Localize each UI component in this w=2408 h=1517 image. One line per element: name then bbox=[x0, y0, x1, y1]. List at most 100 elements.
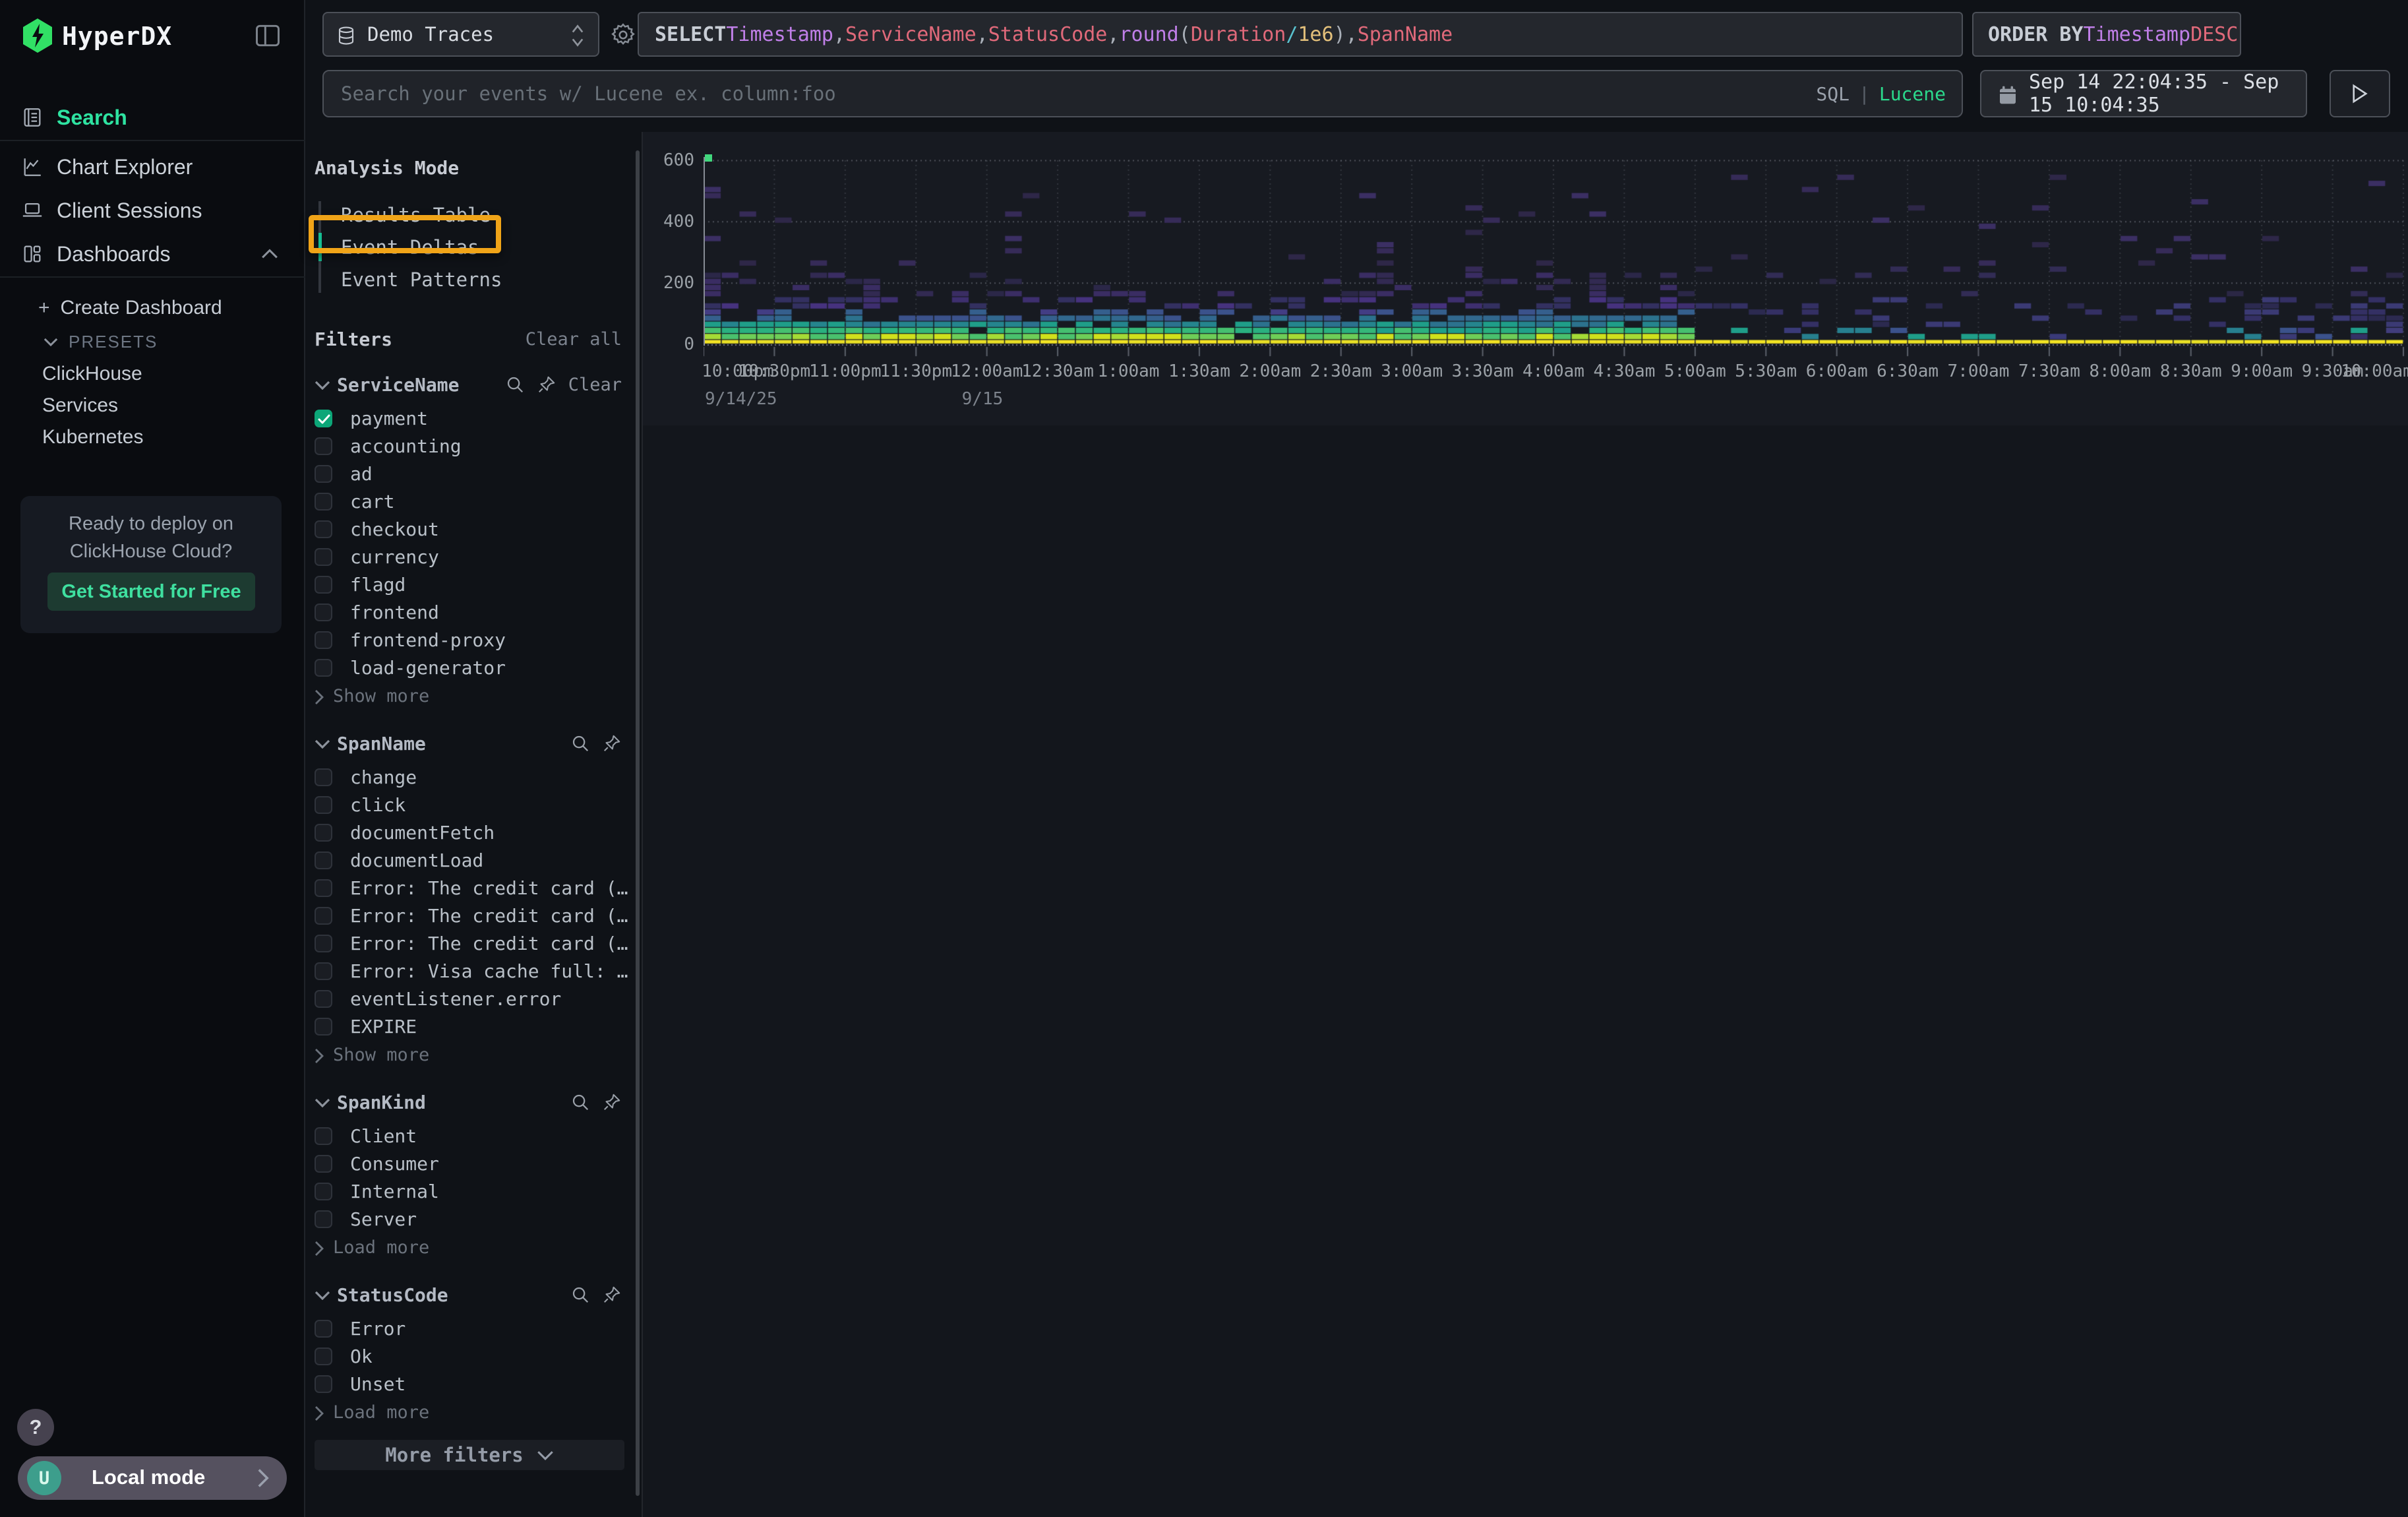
checkbox[interactable] bbox=[315, 548, 332, 566]
checkbox[interactable] bbox=[315, 907, 332, 925]
create-dashboard-button[interactable]: + Create Dashboard bbox=[38, 297, 222, 319]
filter-item[interactable]: Error: The credit card (… bbox=[315, 929, 642, 957]
filter-item[interactable]: Error bbox=[315, 1315, 642, 1342]
filter-item[interactable]: payment bbox=[315, 404, 642, 432]
filter-item[interactable]: Ok bbox=[315, 1342, 642, 1370]
checkbox[interactable] bbox=[315, 1210, 332, 1228]
duration-heatmap-chart[interactable]: 020040060010:00pm10:30pm11:00pm11:30pm12… bbox=[643, 132, 2408, 425]
show-more-button[interactable]: Show more bbox=[315, 1041, 642, 1068]
analysis-option-event-patterns[interactable]: Event Patterns bbox=[318, 263, 642, 295]
checkbox[interactable] bbox=[315, 437, 332, 455]
search-icon[interactable] bbox=[570, 1092, 590, 1112]
sidebar-item-client-sessions[interactable]: Client Sessions bbox=[0, 189, 305, 232]
checkbox[interactable] bbox=[315, 879, 332, 897]
checkbox[interactable] bbox=[315, 851, 332, 869]
filter-item[interactable]: Error: The credit card (… bbox=[315, 902, 642, 929]
filter-item[interactable]: currency bbox=[315, 543, 642, 571]
checkbox[interactable] bbox=[315, 1320, 332, 1338]
get-started-button[interactable]: Get Started for Free bbox=[47, 573, 255, 611]
sidebar-item-services[interactable]: Services bbox=[42, 394, 118, 417]
filter-item[interactable]: documentFetch bbox=[315, 819, 642, 846]
sidebar-item-dashboards[interactable]: Dashboards bbox=[0, 233, 305, 275]
chevron-down-icon[interactable] bbox=[315, 1290, 330, 1299]
checkbox[interactable] bbox=[315, 768, 332, 786]
load-more-button[interactable]: Load more bbox=[315, 1399, 642, 1425]
filter-item[interactable]: flagd bbox=[315, 571, 642, 598]
analysis-option-results-table[interactable]: Results Table bbox=[318, 199, 642, 231]
clear-all-button[interactable]: Clear all bbox=[526, 329, 622, 350]
source-select[interactable]: Demo Traces bbox=[322, 12, 599, 57]
run-query-button[interactable] bbox=[2330, 70, 2390, 117]
filter-item[interactable]: change bbox=[315, 763, 642, 791]
checkbox[interactable] bbox=[315, 990, 332, 1008]
checkbox[interactable] bbox=[315, 1183, 332, 1200]
filter-item[interactable]: documentLoad bbox=[315, 846, 642, 874]
checkbox[interactable] bbox=[315, 659, 332, 677]
filter-item[interactable]: eventListener.error bbox=[315, 985, 642, 1012]
filter-item[interactable]: frontend-proxy bbox=[315, 626, 642, 654]
sidebar-item-clickhouse[interactable]: ClickHouse bbox=[42, 363, 142, 385]
pin-icon[interactable] bbox=[602, 1285, 622, 1305]
filter-item[interactable]: click bbox=[315, 791, 642, 819]
filter-item[interactable]: Server bbox=[315, 1205, 642, 1233]
filter-item[interactable]: cart bbox=[315, 487, 642, 515]
chevron-down-icon[interactable] bbox=[315, 380, 330, 389]
more-filters-button[interactable]: More filters bbox=[315, 1440, 624, 1470]
filter-item[interactable]: ad bbox=[315, 460, 642, 487]
chevron-down-icon[interactable] bbox=[315, 739, 330, 748]
checkbox[interactable] bbox=[315, 1375, 332, 1393]
checkbox[interactable] bbox=[315, 631, 332, 649]
chart-handle[interactable] bbox=[705, 154, 712, 162]
sidebar-collapse-icon[interactable] bbox=[253, 21, 282, 50]
source-settings-gear-icon[interactable] bbox=[610, 22, 636, 48]
checkbox[interactable] bbox=[315, 1155, 332, 1173]
checkbox[interactable] bbox=[315, 493, 332, 511]
filter-item[interactable]: Internal bbox=[315, 1177, 642, 1205]
chevron-up-icon[interactable] bbox=[261, 249, 278, 259]
checkbox[interactable] bbox=[315, 604, 332, 621]
checkbox[interactable] bbox=[315, 520, 332, 538]
search-input[interactable] bbox=[324, 71, 1962, 116]
sidebar-item-chart-explorer[interactable]: Chart Explorer bbox=[0, 146, 305, 188]
heatmap-canvas[interactable] bbox=[704, 148, 2408, 366]
filter-panel-scrollbar[interactable] bbox=[636, 150, 640, 1496]
clear-filter-button[interactable]: Clear bbox=[568, 375, 622, 395]
search-icon[interactable] bbox=[570, 1285, 590, 1305]
filter-item[interactable]: checkout bbox=[315, 515, 642, 543]
pin-icon[interactable] bbox=[602, 1092, 622, 1112]
pin-icon[interactable] bbox=[602, 733, 622, 753]
search-icon[interactable] bbox=[570, 733, 590, 753]
search-icon[interactable] bbox=[505, 375, 525, 394]
checkbox[interactable] bbox=[315, 796, 332, 814]
sidebar-item-search[interactable]: Search bbox=[0, 96, 305, 139]
order-by-input[interactable]: ORDER BY Timestamp DESC bbox=[1972, 12, 2241, 57]
load-more-button[interactable]: Load more bbox=[315, 1234, 642, 1260]
filter-item[interactable]: Error: Visa cache full: … bbox=[315, 957, 642, 985]
sql-select-input[interactable]: SELECT Timestamp, ServiceName, StatusCod… bbox=[638, 12, 1963, 57]
help-button[interactable]: ? bbox=[17, 1409, 54, 1446]
checkbox[interactable] bbox=[315, 935, 332, 952]
checkbox[interactable] bbox=[315, 824, 332, 842]
show-more-button[interactable]: Show more bbox=[315, 683, 642, 709]
checkbox[interactable] bbox=[315, 1018, 332, 1036]
mode-sql-button[interactable]: SQL bbox=[1816, 83, 1850, 105]
pin-icon[interactable] bbox=[537, 375, 557, 394]
chevron-down-icon[interactable] bbox=[315, 1098, 330, 1107]
checkbox[interactable] bbox=[315, 1127, 332, 1145]
time-range-picker[interactable]: Sep 14 22:04:35 - Sep 15 10:04:35 bbox=[1980, 70, 2307, 117]
analysis-option-event-deltas[interactable]: Event Deltas bbox=[318, 231, 642, 263]
filter-item[interactable]: Consumer bbox=[315, 1150, 642, 1177]
filter-item[interactable]: Client bbox=[315, 1122, 642, 1150]
checkbox[interactable] bbox=[315, 1347, 332, 1365]
presets-group-toggle[interactable]: PRESETS bbox=[44, 332, 158, 352]
filter-item[interactable]: Error: The credit card (… bbox=[315, 874, 642, 902]
checkbox[interactable] bbox=[315, 465, 332, 483]
user-menu[interactable]: U Local mode bbox=[18, 1456, 287, 1500]
checkbox[interactable] bbox=[315, 576, 332, 594]
checkbox[interactable] bbox=[315, 962, 332, 980]
sidebar-item-kubernetes[interactable]: Kubernetes bbox=[42, 426, 143, 449]
filter-item[interactable]: frontend bbox=[315, 598, 642, 626]
filter-item[interactable]: load-generator bbox=[315, 654, 642, 681]
filter-item[interactable]: accounting bbox=[315, 432, 642, 460]
mode-lucene-button[interactable]: Lucene bbox=[1879, 83, 1946, 105]
